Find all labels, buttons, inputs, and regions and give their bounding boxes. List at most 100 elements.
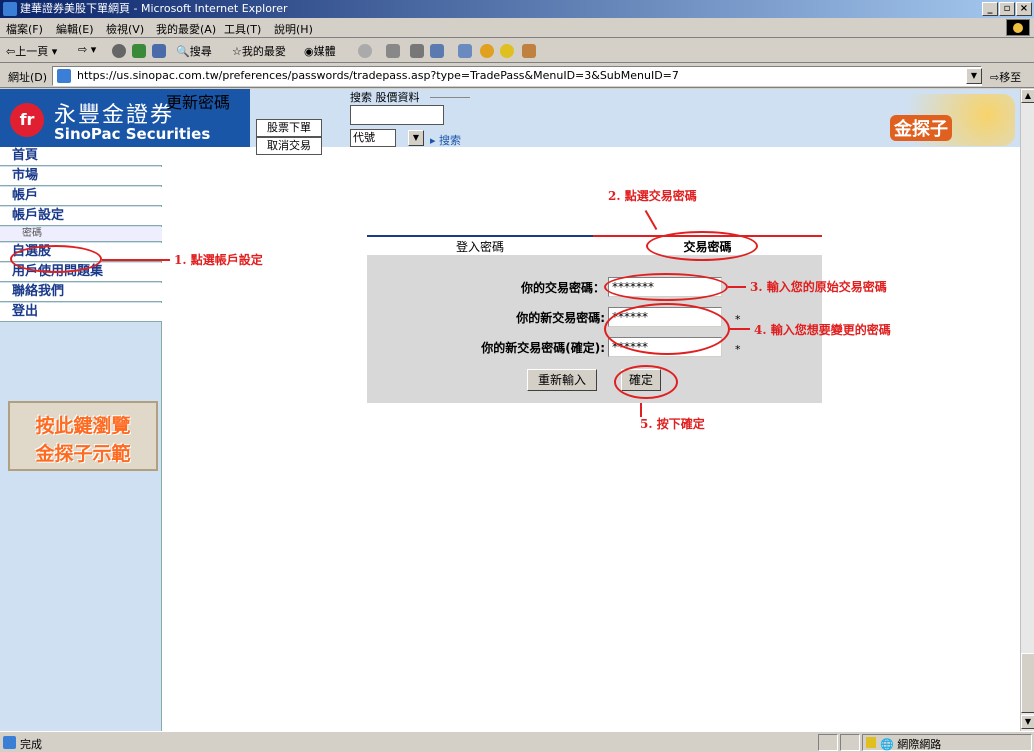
status-text: 完成 [20, 738, 42, 751]
sidebar-subitem-password[interactable]: 密碼 [0, 227, 162, 242]
refresh-icon[interactable] [132, 44, 146, 58]
sinopac-logo-icon: fr [10, 103, 44, 137]
annotation-step-2: 2. 點選交易密碼 [608, 189, 697, 203]
scroll-down-icon[interactable]: ▼ [1021, 715, 1034, 729]
status-panel [818, 734, 838, 751]
code-select-dropdown-icon[interactable]: ▼ [408, 130, 424, 146]
sidebar-item-account-settings[interactable]: 帳戶設定 [0, 207, 162, 226]
address-bar: 網址(D) https://us.sinopac.com.tw/preferen… [0, 64, 1034, 88]
stock-order-button[interactable]: 股票下單 [256, 119, 322, 137]
quote-search-input[interactable] [350, 105, 444, 125]
menu-favorites[interactable]: 我的最愛(A) [156, 21, 216, 37]
sidebar-item-contact[interactable]: 聯絡我們 [0, 283, 162, 302]
messenger-icon[interactable] [480, 44, 494, 58]
restore-button[interactable]: ▫ [999, 2, 1015, 16]
sidebar-item-home[interactable]: 首頁 [0, 147, 162, 166]
internet-zone: 🌐 網際網路 [880, 738, 942, 751]
back-label: 上一頁 [15, 45, 49, 58]
print-icon[interactable] [410, 44, 424, 58]
address-label: 網址(D) [8, 71, 48, 84]
stop-icon[interactable] [112, 44, 126, 58]
page-title: 更新密碼 [166, 93, 231, 112]
media-button[interactable]: ◉媒體 [304, 43, 336, 59]
lock-icon [866, 737, 876, 748]
done-icon [3, 736, 16, 749]
status-bar: 完成 🌐 網際網路 [0, 731, 1034, 752]
home-icon[interactable] [152, 44, 166, 58]
sidebar-item-account[interactable]: 帳戶 [0, 187, 162, 206]
ie-icon [3, 2, 17, 16]
minimize-button[interactable]: _ [982, 2, 998, 16]
confirm-password-label: 你的新交易密碼(確定): [481, 341, 605, 355]
search-button[interactable]: 🔍搜尋 [176, 43, 212, 59]
new-password-label: 你的新交易密碼: [516, 311, 605, 325]
history-icon[interactable] [358, 44, 372, 58]
search-link-label: 搜索 [439, 134, 462, 147]
toolbar-extra-icon[interactable] [522, 44, 536, 58]
discuss-icon[interactable] [458, 44, 472, 58]
annotation-line-4 [730, 328, 750, 330]
menu-file[interactable]: 檔案(F) [6, 21, 43, 37]
forward-button[interactable]: ⇨ ▾ [78, 43, 96, 56]
annotation-step-5: 5. 按下確定 [640, 417, 705, 431]
windows-logo-icon [1006, 19, 1030, 36]
address-dropdown-icon[interactable]: ▼ [966, 68, 982, 84]
gold-probe-text: 金探子 [890, 115, 952, 141]
annotation-step-4: 4. 輸入您想要變更的密碼 [754, 323, 891, 337]
toolbar: ⇦上一頁 ▾ ⇨ ▾ 🔍搜尋 ☆我的最愛 ◉媒體 [0, 39, 1034, 63]
search-label: 搜尋 [189, 45, 212, 58]
annotation-circle-account-settings [10, 245, 102, 273]
close-button[interactable]: × [1016, 2, 1032, 16]
demo-promo-banner[interactable]: 按此鍵瀏覽 金探子示範 [8, 401, 158, 471]
web-page: fr 永豐金證券 SinoPac Securities 股票下單 取消交易 搜索… [0, 89, 1020, 731]
tab-login-password[interactable]: 登入密碼 [367, 235, 593, 255]
address-input[interactable]: https://us.sinopac.com.tw/preferences/pa… [52, 66, 982, 86]
password-form: 登入密碼 交易密碼 你的交易密碼： ******* 你的新交易密碼: *****… [367, 235, 822, 403]
menu-help[interactable]: 說明(H) [274, 21, 313, 37]
sidebar-item-market[interactable]: 市場 [0, 167, 162, 186]
window-title-bar: 建華證券美股下單網頁 - Microsoft Internet Explorer… [0, 0, 1034, 18]
annotation-step-3: 3. 輸入您的原始交易密碼 [750, 280, 887, 294]
annotation-circle-new-password [604, 303, 730, 355]
search-divider [430, 97, 470, 98]
sidebar: 首頁 市場 帳戶 帳戶設定 密碼 自選股 用戶使用問題集 聯絡我們 登出 按此鍵… [0, 147, 162, 731]
back-button[interactable]: ⇦上一頁 ▾ [6, 43, 57, 59]
code-select[interactable]: 代號 [350, 129, 396, 147]
edit-icon[interactable] [430, 44, 444, 58]
promo-line-2: 金探子示範 [35, 443, 131, 465]
reset-button[interactable]: 重新輸入 [527, 369, 597, 391]
current-password-label: 你的交易密碼： [520, 281, 605, 295]
address-url: https://us.sinopac.com.tw/preferences/pa… [77, 69, 679, 82]
annotation-circle-submit [614, 365, 678, 399]
zone-label: 網際網路 [897, 738, 942, 751]
promo-line-1: 按此鍵瀏覽 [35, 415, 131, 437]
required-mark: * [735, 313, 741, 326]
mail-icon[interactable] [386, 44, 400, 58]
site-header: fr 永豐金證券 SinoPac Securities 股票下單 取消交易 搜索… [0, 89, 1020, 155]
annotation-step-1: 1. 點選帳戶設定 [174, 253, 263, 267]
menu-edit[interactable]: 編輯(E) [56, 21, 94, 37]
logo-english-text: SinoPac Securities [54, 125, 211, 143]
window-title: 建華證券美股下單網頁 - Microsoft Internet Explorer [20, 2, 288, 15]
cancel-trade-button[interactable]: 取消交易 [256, 137, 322, 155]
menu-view[interactable]: 檢視(V) [106, 21, 144, 37]
annotation-circle-trade-tab [646, 231, 758, 261]
go-label: 移至 [999, 71, 1022, 84]
required-mark: * [735, 343, 741, 356]
go-button[interactable]: ⇨移至 [990, 69, 1021, 85]
sidebar-item-logout[interactable]: 登出 [0, 303, 162, 322]
page-icon [57, 69, 71, 83]
media-label: 媒體 [313, 45, 336, 58]
annotation-line-2 [644, 209, 658, 231]
favorites-button[interactable]: ☆我的最愛 [232, 43, 286, 59]
smiley-icon[interactable] [500, 44, 514, 58]
scroll-thumb[interactable] [1021, 653, 1034, 713]
search-link[interactable]: ▸ 搜索 [430, 132, 461, 148]
vertical-scrollbar[interactable]: ▲ ▼ [1020, 89, 1034, 731]
menu-bar: 檔案(F) 編輯(E) 檢視(V) 我的最愛(A) 工具(T) 說明(H) [0, 18, 1034, 38]
search-label: 搜索 股價資料 [350, 91, 420, 104]
annotation-line-3 [728, 286, 746, 288]
menu-tools[interactable]: 工具(T) [224, 21, 261, 37]
scroll-up-icon[interactable]: ▲ [1021, 89, 1034, 103]
annotation-circle-current-password [604, 273, 728, 301]
